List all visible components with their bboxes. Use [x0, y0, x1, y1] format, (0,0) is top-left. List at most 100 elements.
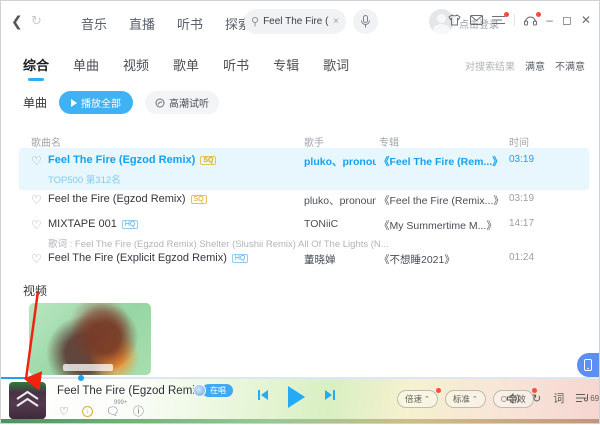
play-icon — [71, 99, 77, 107]
refresh-icon[interactable]: ↻ — [31, 13, 42, 29]
playlist-icon[interactable]: 69 — [576, 393, 599, 403]
climax-preview-button[interactable]: 高潮试听 — [145, 91, 219, 114]
song-duration: 03:19 — [509, 193, 534, 204]
video-caption-overlay — [63, 364, 113, 371]
feedback-label: 对搜索结果 — [465, 58, 515, 73]
favorite-icon[interactable]: ♡ — [31, 252, 42, 266]
favorite-icon[interactable]: ♡ — [59, 405, 69, 418]
header-album[interactable]: 专辑 — [379, 134, 399, 149]
skin-icon[interactable] — [448, 14, 461, 26]
song-title: MIXTAPE 001HQ — [48, 218, 138, 230]
feedback-unsatisfied[interactable]: 不满意 — [555, 58, 585, 73]
nav-live[interactable]: 直播 — [129, 14, 155, 33]
mini-mode-icon[interactable] — [524, 15, 537, 26]
previous-button[interactable] — [256, 388, 270, 407]
menu-notification-dot — [504, 12, 509, 17]
now-playing-title[interactable]: Feel The Fire (Egzod Remix) — [57, 385, 204, 397]
tab-single[interactable]: 单曲 — [73, 55, 99, 81]
effect-icon — [501, 396, 507, 402]
header-time[interactable]: 时间 — [509, 134, 529, 149]
single-section-label: 单曲 — [23, 94, 47, 111]
volume-icon[interactable] — [507, 393, 520, 404]
tab-playlist[interactable]: 歌单 — [173, 55, 199, 81]
play-mode-icon[interactable]: ↻ — [532, 392, 541, 405]
song-artist[interactable]: 董晓婵 — [304, 252, 336, 267]
tab-video[interactable]: 视频 — [123, 55, 149, 81]
titlebar: ❮ ↻ 音乐 直播 听书 探索 ⚲ Feel The Fire (I × 点击登… — [1, 1, 599, 43]
nav-music[interactable]: 音乐 — [81, 14, 107, 33]
song-album[interactable]: 《不想睡2021》 — [379, 252, 455, 267]
song-artist[interactable]: pluko、pronounc... — [304, 154, 376, 169]
favorite-icon[interactable]: ♡ — [31, 154, 42, 168]
search-result-tabs: 综合 单曲 视频 歌单 听书 专辑 歌词 — [23, 55, 349, 81]
quality-badge: HQ — [232, 254, 249, 263]
progress-bar[interactable] — [1, 377, 599, 379]
window-controls: – ◻ ✕ — [448, 13, 591, 27]
singing-badge[interactable]: 在唱 — [193, 384, 233, 397]
tab-comprehensive[interactable]: 综合 — [23, 55, 49, 81]
music-recognition-button[interactable] — [353, 9, 378, 34]
video-thumbnail[interactable] — [29, 303, 151, 375]
tab-album[interactable]: 专辑 — [273, 55, 299, 81]
quality-badge: SQ — [191, 195, 207, 204]
microphone-icon — [360, 15, 371, 28]
favorite-icon[interactable]: ♡ — [31, 193, 42, 207]
now-playing-artwork[interactable] — [9, 382, 46, 419]
song-album[interactable]: 《My Summertime M...》 — [379, 218, 497, 233]
search-value[interactable]: Feel The Fire (I — [263, 16, 329, 27]
download-icon[interactable]: ↓ — [82, 406, 93, 417]
search-input[interactable]: ⚲ Feel The Fire (I × — [244, 9, 346, 34]
singer-avatar — [193, 384, 206, 397]
back-icon[interactable]: ❮ — [11, 13, 23, 30]
nav-listen-book[interactable]: 听书 — [177, 14, 203, 33]
top500-rank[interactable]: TOP500 第312名 — [48, 172, 121, 186]
song-album[interactable]: 《Feel the Fire (Remix...》 — [379, 193, 504, 208]
search-icon: ⚲ — [251, 15, 259, 28]
quality-badge: SQ — [200, 156, 216, 165]
top-navigation: 音乐 直播 听书 探索 — [81, 14, 251, 33]
song-duration: 01:24 — [509, 252, 534, 263]
progress-handle[interactable] — [78, 375, 84, 381]
header-artist[interactable]: 歌手 — [304, 134, 324, 149]
song-artist[interactable]: TONiiC — [304, 218, 338, 230]
comment-icon[interactable]: 🗨999+ — [106, 405, 120, 418]
close-icon[interactable]: ✕ — [581, 13, 591, 27]
speed-pill[interactable]: 倍速⌃ — [397, 390, 438, 408]
speed-notification-dot — [436, 388, 441, 393]
menu-icon[interactable] — [492, 15, 505, 25]
more-icon[interactable]: ⓘ — [133, 403, 144, 419]
single-section-header: 单曲 播放全部 高潮试听 — [23, 91, 219, 114]
player-song-actions: ♡ ↓ 🗨999+ ⓘ — [59, 403, 144, 419]
expand-player-icon — [15, 390, 40, 408]
player-bar: Feel The Fire (Egzod Remix) 在唱 ♡ ↓ 🗨999+… — [1, 377, 599, 423]
favorite-icon[interactable]: ♡ — [31, 218, 42, 232]
quality-pill[interactable]: 标准⌃ — [445, 390, 486, 408]
play-button[interactable] — [288, 386, 305, 408]
minimize-icon[interactable]: – — [546, 13, 553, 27]
song-title: Feel The Fire (Egzod Remix)SQ — [48, 154, 216, 166]
comment-count: 999+ — [114, 400, 128, 406]
quality-badge: HQ — [122, 220, 139, 229]
feedback-satisfied[interactable]: 满意 — [525, 58, 545, 73]
player-right-icons: ↻ 词 69 — [507, 390, 599, 406]
mini-mode-notification-dot — [536, 12, 541, 17]
clear-search-icon[interactable]: × — [333, 16, 339, 27]
tab-listen-book[interactable]: 听书 — [223, 55, 249, 81]
song-title: Feel The Fire (Explicit Egzod Remix)HQ — [48, 252, 248, 264]
next-button[interactable] — [323, 388, 337, 407]
phone-icon — [584, 359, 592, 371]
video-section-label: 视频 — [23, 282, 47, 299]
lyrics-button[interactable]: 词 — [553, 390, 564, 406]
message-icon[interactable] — [470, 15, 483, 25]
connect-phone-button[interactable] — [577, 353, 599, 377]
header-song[interactable]: 歌曲名 — [31, 134, 61, 149]
tab-lyrics[interactable]: 歌词 — [323, 55, 349, 81]
play-all-button[interactable]: 播放全部 — [59, 91, 133, 114]
song-artist[interactable]: pluko、pronounce... — [304, 193, 376, 208]
lyrics-match-line: 歌词 : Feel The Fire (Egzod Remix) Shelter… — [48, 236, 389, 250]
divider — [514, 14, 515, 26]
search-feedback: 对搜索结果 满意 不满意 — [465, 58, 585, 73]
song-album[interactable]: 《Feel The Fire (Rem...》 — [379, 154, 503, 169]
maximize-icon[interactable]: ◻ — [562, 13, 572, 27]
climax-icon — [155, 98, 165, 108]
